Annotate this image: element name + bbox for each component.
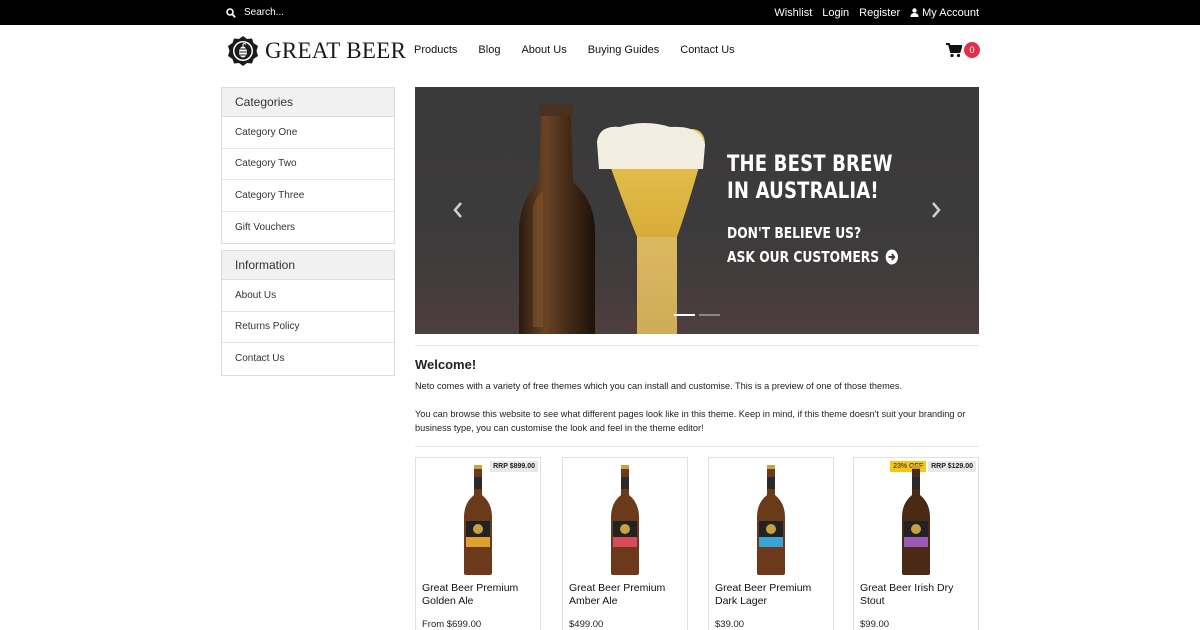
divider [415,345,979,346]
product-card[interactable]: Great Beer Premium Dark Lager $39.00 [708,457,834,630]
hero-sub-line1: DON'T BELIEVE US? [727,224,862,242]
carousel-prev-arrow[interactable] [453,202,463,218]
product-price: $39.00 [715,619,745,630]
sidebar-item-category-one[interactable]: Category One [222,117,394,149]
information-panel: Information About Us Returns Policy Cont… [221,250,395,376]
hero-subtext: DON'T BELIEVE US? ASK OUR CUSTOMERS [727,221,899,269]
hero-headline-line2: IN AUSTRALIA! [727,179,879,204]
cart-count-badge: 0 [964,42,980,58]
hop-seal-icon [228,36,258,66]
sidebar-item-gift-vouchers[interactable]: Gift Vouchers [222,212,394,244]
product-card[interactable]: Great Beer Premium Amber Ale $499.00 [562,457,688,630]
product-image [757,465,785,575]
product-price: $99.00 [860,619,890,630]
sidebar-item-about-us[interactable]: About Us [222,280,394,312]
search-input[interactable]: Search... [244,7,284,18]
cart-icon [946,42,962,57]
sidebar-item-contact-us[interactable]: Contact Us [222,343,394,375]
sidebar: Categories Category One Category Two Cat… [221,87,395,382]
register-link[interactable]: Register [859,7,900,19]
nav-products[interactable]: Products [414,44,457,56]
product-price: From $699.00 [422,619,482,630]
login-link[interactable]: Login [822,7,849,19]
wishlist-link[interactable]: Wishlist [774,7,812,19]
welcome-paragraph-1: Neto comes with a variety of free themes… [415,381,903,391]
product-price: $499.00 [569,619,604,630]
product-image [464,465,492,575]
product-card[interactable]: RRP $899.00 Great Beer Premium Golden Al… [415,457,541,630]
sidebar-item-category-two[interactable]: Category Two [222,149,394,180]
carousel-next-arrow[interactable] [931,202,941,218]
search-box[interactable]: Search... [226,0,284,25]
divider [415,446,979,447]
product-name[interactable]: Great Beer Premium Dark Lager [715,582,829,608]
site-logo[interactable]: GREAT BEER [227,34,406,68]
arrow-circle-right-icon [886,249,899,265]
categories-heading: Categories [222,88,394,117]
sidebar-item-returns-policy[interactable]: Returns Policy [222,312,394,343]
hero-cta-link[interactable]: ASK OUR CUSTOMERS [727,245,899,269]
product-image [611,465,639,575]
nav-about-us[interactable]: About Us [521,44,566,56]
search-icon [226,7,236,18]
my-account-label: My Account [922,6,979,19]
sidebar-item-category-three[interactable]: Category Three [222,180,394,212]
my-account-link[interactable]: My Account [910,7,979,19]
nav-buying-guides[interactable]: Buying Guides [588,44,660,56]
carousel-dot-1[interactable] [674,314,695,316]
information-heading: Information [222,251,394,280]
welcome-paragraph-2: You can browse this website to see what … [415,409,966,433]
product-card[interactable]: 23% OFF RRP $129.00 Great Beer Irish Dry… [853,457,979,630]
hero-cta-label: ASK OUR CUSTOMERS [727,248,880,266]
user-icon [910,8,919,17]
welcome-heading: Welcome! [415,357,477,372]
top-bar: Search... Wishlist Login Register My Acc… [0,0,1200,25]
nav-contact-us[interactable]: Contact Us [680,44,734,56]
account-links: Wishlist Login Register My Account [774,0,979,25]
nav-blog[interactable]: Blog [478,44,500,56]
product-name[interactable]: Great Beer Premium Amber Ale [569,582,683,608]
carousel-indicators [674,314,720,316]
product-name[interactable]: Great Beer Irish Dry Stout [860,582,974,608]
cart-button[interactable]: 0 [946,42,980,58]
main-nav: Products Blog About Us Buying Guides Con… [414,44,735,56]
logo-wordmark: GREAT BEER [265,38,407,63]
product-image [902,465,930,575]
carousel-dot-2[interactable] [699,314,720,316]
hero-headline-line1: THE BEST BREW [727,152,893,177]
hero-headline: THE BEST BREW IN AUSTRALIA! [727,151,893,205]
hero-carousel[interactable]: THE BEST BREW IN AUSTRALIA! DON'T BELIEV… [415,87,979,334]
product-name[interactable]: Great Beer Premium Golden Ale [422,582,536,608]
categories-panel: Categories Category One Category Two Cat… [221,87,395,244]
